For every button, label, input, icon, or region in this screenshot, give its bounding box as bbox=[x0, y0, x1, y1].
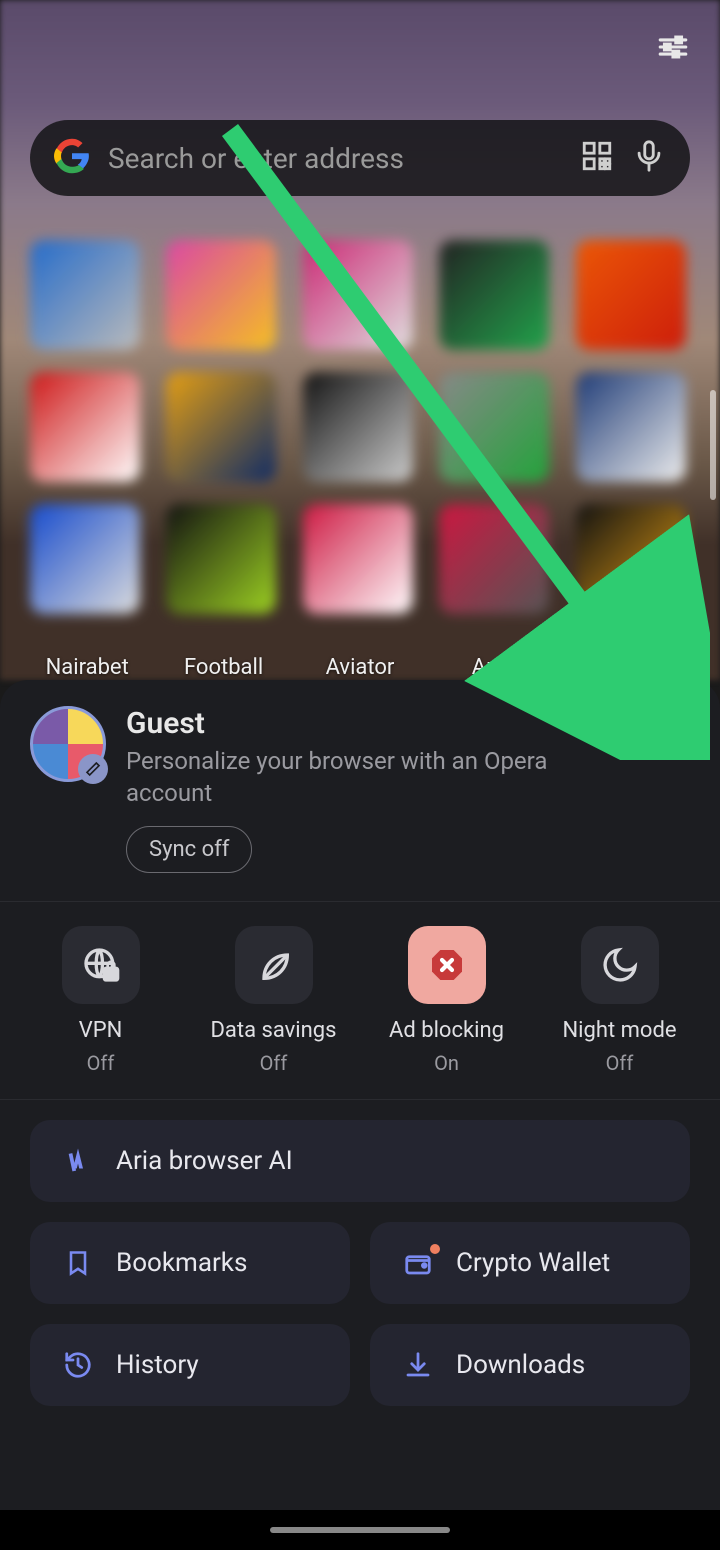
aria-ai-button[interactable]: Aria browser AI bbox=[30, 1120, 690, 1202]
profile-avatar[interactable] bbox=[30, 706, 106, 782]
ad-blocking-toggle[interactable]: Ad blocking On bbox=[360, 926, 533, 1075]
history-icon bbox=[60, 1350, 96, 1380]
customise-sliders-icon[interactable] bbox=[656, 30, 690, 68]
profile-name: Guest bbox=[126, 706, 570, 741]
address-search-bar[interactable]: Search or enter address bbox=[30, 120, 690, 196]
home-indicator[interactable] bbox=[270, 1527, 450, 1533]
opera-menu-sheet: Guest Personalize your browser with an O… bbox=[0, 680, 720, 1510]
bookmark-icon bbox=[60, 1249, 96, 1277]
google-logo-icon bbox=[54, 138, 90, 178]
profile-subtitle: Personalize your browser with an Opera a… bbox=[126, 745, 570, 810]
edit-avatar-icon[interactable] bbox=[78, 754, 108, 784]
bookmarks-button[interactable]: Bookmarks bbox=[30, 1222, 350, 1304]
leaf-icon bbox=[235, 926, 313, 1004]
shield-x-icon bbox=[408, 926, 486, 1004]
settings-button[interactable] bbox=[652, 708, 690, 746]
night-mode-toggle[interactable]: Night mode Off bbox=[533, 926, 706, 1075]
system-nav-bar bbox=[0, 1510, 720, 1550]
voice-search-icon[interactable] bbox=[632, 139, 666, 177]
scrollbar-thumb[interactable] bbox=[710, 390, 716, 500]
vpn-toggle[interactable]: VPN Off bbox=[14, 926, 187, 1075]
speed-dial-labels: Nairabet Football Aviator Apex G...Mu... bbox=[30, 655, 690, 680]
moon-icon bbox=[581, 926, 659, 1004]
power-exit-button[interactable] bbox=[590, 708, 628, 746]
search-placeholder: Search or enter address bbox=[108, 142, 562, 175]
sync-toggle-button[interactable]: Sync off bbox=[126, 826, 252, 873]
download-icon bbox=[400, 1350, 436, 1380]
history-button[interactable]: History bbox=[30, 1324, 350, 1406]
speed-dial-grid bbox=[30, 240, 690, 614]
crypto-wallet-button[interactable]: Crypto Wallet bbox=[370, 1222, 690, 1304]
wallet-icon bbox=[400, 1248, 436, 1278]
aria-icon bbox=[60, 1146, 96, 1176]
globe-lock-icon bbox=[62, 926, 140, 1004]
qr-scan-icon[interactable] bbox=[580, 139, 614, 177]
data-savings-toggle[interactable]: Data savings Off bbox=[187, 926, 360, 1075]
downloads-button[interactable]: Downloads bbox=[370, 1324, 690, 1406]
